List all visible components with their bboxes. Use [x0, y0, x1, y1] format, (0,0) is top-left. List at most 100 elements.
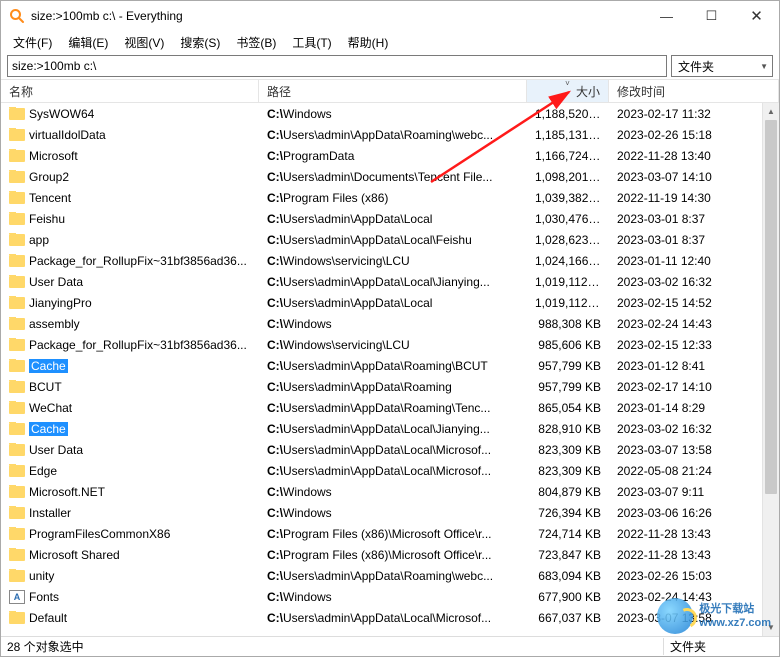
table-row[interactable]: TencentC:\Program Files (x86)1,039,382 K… [1, 187, 779, 208]
table-row[interactable]: Package_for_RollupFix~31bf3856ad36...C:\… [1, 250, 779, 271]
file-name: Microsoft.NET [29, 485, 105, 499]
file-name: Cache [29, 359, 68, 373]
cell-name: Default [1, 611, 259, 625]
table-row[interactable]: EdgeC:\Users\admin\AppData\Local\Microso… [1, 460, 779, 481]
column-date[interactable]: 修改时间 [609, 80, 779, 102]
scroll-down-icon[interactable]: ▼ [763, 619, 779, 636]
column-header: 名称 路径 ˅ 大小 修改时间 [1, 79, 779, 103]
folder-icon [9, 255, 25, 267]
status-selection: 28 个对象选中 [7, 638, 663, 655]
cell-name: WeChat [1, 401, 259, 415]
menu-view[interactable]: 视图(V) [116, 32, 172, 53]
cell-date: 2023-03-07 13:58 [609, 443, 779, 457]
file-name: Fonts [29, 590, 59, 604]
close-button[interactable]: ✕ [734, 1, 779, 31]
file-name: Group2 [29, 170, 69, 184]
cell-name: SysWOW64 [1, 107, 259, 121]
table-row[interactable]: virtualIdolDataC:\Users\admin\AppData\Ro… [1, 124, 779, 145]
table-row[interactable]: CacheC:\Users\admin\AppData\Roaming\BCUT… [1, 355, 779, 376]
cell-path: C:\Users\admin\AppData\Local [259, 296, 527, 310]
table-row[interactable]: InstallerC:\Windows726,394 KB2023-03-06 … [1, 502, 779, 523]
cell-path: C:\Users\admin\AppData\Local [259, 212, 527, 226]
scroll-up-icon[interactable]: ▲ [763, 103, 779, 120]
cell-path: C:\Windows\servicing\LCU [259, 254, 527, 268]
cell-name: Package_for_RollupFix~31bf3856ad36... [1, 338, 259, 352]
table-row[interactable]: unityC:\Users\admin\AppData\Roaming\webc… [1, 565, 779, 586]
table-row[interactable]: WeChatC:\Users\admin\AppData\Roaming\Ten… [1, 397, 779, 418]
table-row[interactable]: Microsoft.NETC:\Windows804,879 KB2023-03… [1, 481, 779, 502]
cell-date: 2022-05-08 21:24 [609, 464, 779, 478]
file-name: ProgramFilesCommonX86 [29, 527, 170, 541]
menu-search[interactable]: 搜索(S) [172, 32, 228, 53]
folder-icon [9, 486, 25, 498]
menu-help[interactable]: 帮助(H) [340, 32, 397, 53]
cell-name: Installer [1, 506, 259, 520]
file-name: Default [29, 611, 67, 625]
file-name: Cache [29, 422, 68, 436]
table-row[interactable]: CacheC:\Users\admin\AppData\Local\Jianyi… [1, 418, 779, 439]
folder-icon [9, 129, 25, 141]
table-row[interactable]: MicrosoftC:\ProgramData1,166,724 KB2022-… [1, 145, 779, 166]
menu-edit[interactable]: 编辑(E) [60, 32, 116, 53]
folder-icon [9, 108, 25, 120]
cell-date: 2023-02-17 14:10 [609, 380, 779, 394]
cell-size: 1,028,623 KB [527, 233, 609, 247]
cell-size: 957,799 KB [527, 359, 609, 373]
cell-path: C:\Program Files (x86) [259, 191, 527, 205]
file-name: Microsoft Shared [29, 548, 120, 562]
cell-path: C:\Users\admin\AppData\Local\Microsof... [259, 443, 527, 457]
table-row[interactable]: DefaultC:\Users\admin\AppData\Local\Micr… [1, 607, 779, 628]
cell-path: C:\Windows [259, 506, 527, 520]
cell-size: 1,185,131 KB [527, 128, 609, 142]
file-name: User Data [29, 443, 83, 457]
table-row[interactable]: Feishu C:\Users\admin\AppData\Local1,030,… [1, 208, 779, 229]
column-path[interactable]: 路径 [259, 80, 527, 102]
table-row[interactable]: SysWOW64C:\Windows1,188,520 KB2023-02-17… [1, 103, 779, 124]
cell-size: 1,030,476 KB [527, 212, 609, 226]
vertical-scrollbar[interactable]: ▲ ▼ [762, 103, 779, 636]
file-name: SysWOW64 [29, 107, 94, 121]
column-name[interactable]: 名称 [1, 80, 259, 102]
filter-dropdown[interactable]: 文件夹 ▼ [671, 55, 773, 77]
column-size[interactable]: ˅ 大小 [527, 80, 609, 102]
cell-name: User Data [1, 275, 259, 289]
table-row[interactable]: User DataC:\Users\admin\AppData\Local\Ji… [1, 271, 779, 292]
cell-name: Package_for_RollupFix~31bf3856ad36... [1, 254, 259, 268]
folder-icon [9, 192, 25, 204]
cell-path: C:\Windows [259, 485, 527, 499]
folder-icon [9, 234, 25, 246]
table-row[interactable]: AFontsC:\Windows677,900 KB2023-02-24 14:… [1, 586, 779, 607]
file-name: Feishu [29, 212, 65, 226]
menu-file[interactable]: 文件(F) [5, 32, 60, 53]
menu-bookmark[interactable]: 书签(B) [228, 32, 284, 53]
menu-tools[interactable]: 工具(T) [284, 32, 339, 53]
cell-path: C:\Users\admin\AppData\Roaming\webc... [259, 128, 527, 142]
cell-date: 2023-01-12 8:41 [609, 359, 779, 373]
table-row[interactable]: JianyingProC:\Users\admin\AppData\Local1… [1, 292, 779, 313]
table-row[interactable]: User Data C:\Users\admin\AppData\Local\Mi… [1, 439, 779, 460]
folder-icon [9, 528, 25, 540]
cell-size: 804,879 KB [527, 485, 609, 499]
cell-name: Cache [1, 422, 259, 436]
maximize-button[interactable]: ☐ [689, 1, 734, 31]
cell-date: 2023-02-15 14:52 [609, 296, 779, 310]
folder-icon [9, 213, 25, 225]
table-row[interactable]: Package_for_RollupFix~31bf3856ad36...C:\… [1, 334, 779, 355]
cell-path: C:\Users\admin\Documents\Tencent File... [259, 170, 527, 184]
table-row[interactable]: appC:\Users\admin\AppData\Local\Feishu1,… [1, 229, 779, 250]
table-row[interactable]: Microsoft SharedC:\Program Files (x86)\M… [1, 544, 779, 565]
scroll-thumb[interactable] [765, 120, 777, 494]
scroll-track[interactable] [763, 120, 779, 619]
fonts-icon: A [9, 590, 25, 604]
table-row[interactable]: ProgramFilesCommonX86C:\Program Files (x… [1, 523, 779, 544]
table-row[interactable]: Group2 C:\Users\admin\Documents\Tencent F… [1, 166, 779, 187]
table-row[interactable]: assemblyC:\Windows988,308 KB2023-02-24 1… [1, 313, 779, 334]
cell-name: Tencent [1, 191, 259, 205]
cell-date: 2022-11-28 13:43 [609, 527, 779, 541]
cell-name: Group2 [1, 170, 259, 184]
minimize-button[interactable]: — [644, 1, 689, 31]
table-row[interactable]: BCUTC:\Users\admin\AppData\Roaming957,79… [1, 376, 779, 397]
search-input[interactable] [7, 55, 667, 77]
file-name: unity [29, 569, 54, 583]
folder-icon [9, 507, 25, 519]
